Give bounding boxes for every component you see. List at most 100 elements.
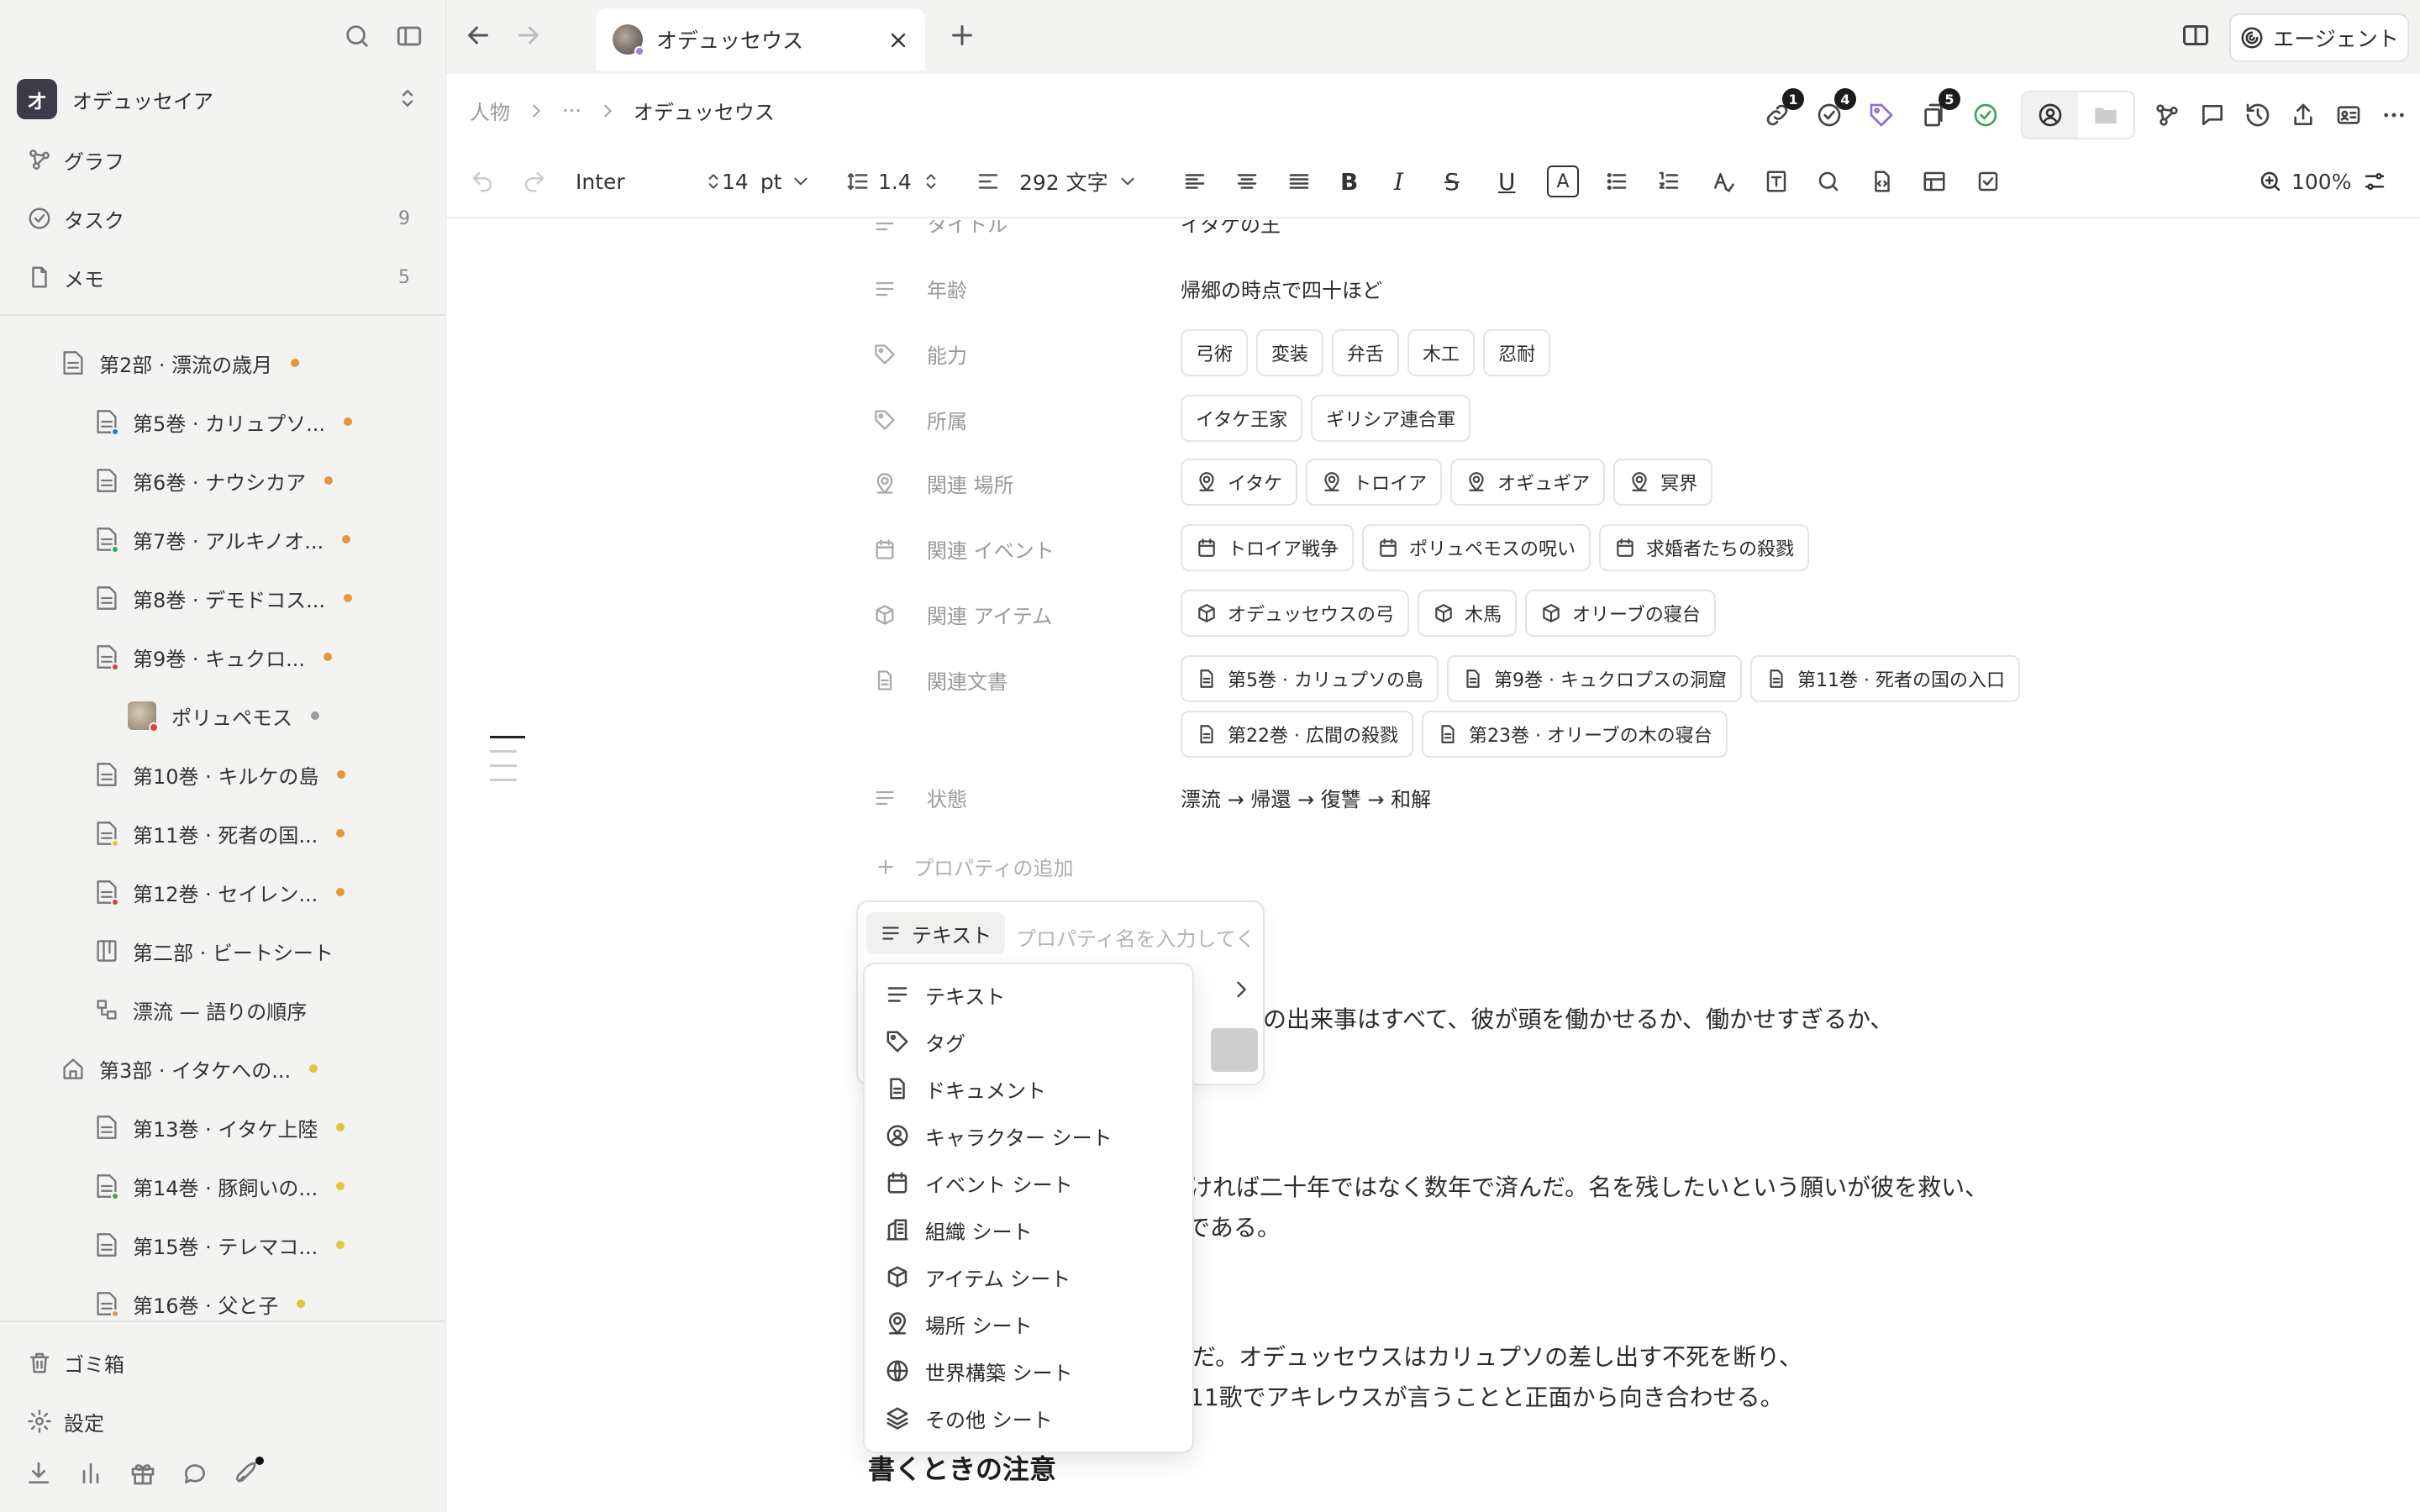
property-value[interactable]: イタケの王 [1181, 220, 1281, 238]
property-docs[interactable]: 関連文書 [873, 665, 1007, 695]
undo-icon[interactable] [470, 144, 495, 218]
close-icon[interactable] [886, 29, 910, 52]
menu-item-event-sheet[interactable]: イベント シート [885, 1159, 1073, 1206]
search-icon[interactable] [343, 22, 371, 50]
tree-item[interactable]: 漂流 — 語りの順序 [96, 984, 307, 1035]
chat-icon[interactable] [182, 1460, 208, 1487]
tree-item[interactable]: 第3部 · イタケへの... [62, 1043, 318, 1094]
doc-chip[interactable]: 第5巻 · カリュプソの島 [1181, 655, 1439, 702]
chart-icon[interactable] [77, 1460, 104, 1487]
bullet-list-icon[interactable] [1604, 144, 1629, 218]
agent-button[interactable]: エージェント [2229, 13, 2409, 62]
tree-item[interactable]: 第16巻 · 父と子 [96, 1278, 306, 1319]
menu-item-other-sheet[interactable]: その他 シート [885, 1394, 1053, 1441]
character-view-icon[interactable] [2023, 92, 2078, 138]
property-value[interactable]: 漂流 → 帰還 → 復讐 → 和解 [1181, 783, 1431, 812]
docs-button[interactable]: 5 [1917, 88, 1960, 132]
tag-chip[interactable]: 弓術 [1181, 329, 1249, 376]
menu-item-document[interactable]: ドキュメント [885, 1065, 1046, 1112]
tree-item[interactable]: 第5巻 · カリュプソ... [96, 396, 353, 447]
outline-indicator[interactable] [490, 736, 525, 793]
folder-icon[interactable] [2078, 92, 2133, 138]
font-size-select[interactable]: 14 pt [722, 144, 812, 218]
doc-chip[interactable]: 第11巻 · 死者の国の入口 [1749, 655, 2020, 702]
tree-item[interactable]: 第7巻 · アルキノオ... [96, 514, 351, 564]
download-icon[interactable] [25, 1460, 52, 1487]
doc-chip[interactable]: 第9巻 · キュクロプスの洞窟 [1446, 655, 1742, 702]
search-icon[interactable] [1816, 144, 1841, 218]
tag-chip[interactable]: 変装 [1256, 329, 1324, 376]
item-chip[interactable]: オデュッセウスの弓 [1181, 590, 1410, 637]
menu-item-character-sheet[interactable]: キャラクター シート [885, 1112, 1113, 1159]
event-chip[interactable]: ポリュペモスの呪い [1362, 524, 1591, 571]
property-title[interactable]: タイトル [873, 220, 1007, 238]
tag-chip[interactable]: 木工 [1407, 329, 1476, 376]
property-items[interactable]: 関連 アイテム [873, 600, 1052, 629]
item-chip[interactable]: オリーブの寝台 [1525, 590, 1716, 637]
tree-item[interactable]: 第9巻 · キュクロ... [96, 632, 333, 682]
event-chip[interactable]: 求婚者たちの殺戮 [1599, 524, 1810, 571]
sidebar-toggle-icon[interactable] [395, 22, 424, 50]
confirm-button[interactable] [1211, 1028, 1258, 1072]
file-code-icon[interactable] [1870, 144, 1895, 218]
sliders-icon[interactable] [2362, 144, 2387, 218]
breadcrumb-ellipsis[interactable]: ··· [562, 99, 581, 123]
tree-item[interactable]: 第11巻 · 死者の国... [96, 808, 345, 858]
add-property-button[interactable]: プロパティの追加 [875, 852, 1074, 881]
tree-item[interactable]: 第13巻 · イタケ上陸 [96, 1102, 345, 1152]
text-box-icon[interactable] [1764, 144, 1789, 218]
tree-item[interactable]: 第12巻 · セイレン... [96, 867, 345, 917]
menu-item-item-sheet[interactable]: アイテム シート [885, 1253, 1071, 1300]
sidebar-item-graph[interactable]: グラフ [27, 138, 422, 181]
sidebar-item-trash[interactable]: ゴミ箱 [27, 1341, 422, 1384]
forward-arrow-icon[interactable] [513, 20, 544, 50]
numbered-list-icon[interactable] [1656, 144, 1681, 218]
text-color-icon[interactable]: A [1547, 144, 1579, 218]
tags-button[interactable] [1865, 98, 1898, 132]
property-places[interactable]: 関連 場所 [873, 469, 1014, 498]
property-age[interactable]: 年齢 [873, 274, 967, 303]
align-center-icon[interactable] [1234, 144, 1260, 218]
table-icon[interactable] [1922, 144, 1947, 218]
comment-icon[interactable] [2199, 102, 2226, 129]
menu-item-worldbuilding-sheet[interactable]: 世界構築 シート [885, 1347, 1073, 1394]
status-button[interactable] [1969, 98, 2002, 132]
italic-icon[interactable]: I [1394, 144, 1403, 218]
tree-item[interactable]: 第10巻 · キルケの島 [96, 749, 346, 800]
doc-chip[interactable]: 第22巻 · 広間の殺戮 [1181, 711, 1413, 758]
menu-item-text[interactable]: テキスト [885, 971, 1177, 1018]
tree-item[interactable]: 第6巻 · ナウシカア [96, 455, 334, 506]
share-icon[interactable] [2290, 102, 2317, 129]
property-abilities[interactable]: 能力 [873, 339, 967, 369]
sidebar-item-tasks[interactable]: タスク 9 [27, 197, 422, 240]
property-affiliation[interactable]: 所属 [873, 405, 967, 434]
tree-item[interactable]: 第2部 · 漂流の歳月 [62, 338, 300, 388]
property-events[interactable]: 関連 イベント [873, 534, 1055, 564]
new-tab-icon[interactable] [947, 20, 977, 50]
rocket-icon[interactable] [234, 1457, 264, 1487]
tag-chip[interactable]: 忍耐 [1483, 329, 1551, 376]
font-select[interactable]: Inter [576, 144, 724, 218]
sidebar-item-settings[interactable]: 設定 [27, 1399, 422, 1443]
place-chip[interactable]: トロイア [1306, 459, 1443, 506]
menu-item-tag[interactable]: タグ [885, 1018, 965, 1065]
tree-item[interactable]: ポリュペモス [128, 690, 319, 741]
id-card-icon[interactable] [2335, 102, 2362, 129]
history-icon[interactable] [2244, 102, 2271, 129]
redo-icon[interactable] [522, 144, 547, 218]
tab-odysseus[interactable]: オデュッセウス [596, 8, 925, 71]
menu-item-organization-sheet[interactable]: 組織 シート [885, 1206, 1033, 1253]
bold-icon[interactable]: B [1340, 144, 1358, 218]
place-chip[interactable]: イタケ [1181, 459, 1298, 506]
event-chip[interactable]: トロイア戦争 [1181, 524, 1355, 571]
clear-format-icon[interactable] [1710, 144, 1735, 218]
zoom-control[interactable]: 100% [2258, 144, 2351, 218]
tree-item[interactable]: 第8巻 · デモドコス... [96, 573, 353, 623]
gift-icon[interactable] [129, 1460, 156, 1487]
line-height-select[interactable]: 1.4 [844, 144, 942, 218]
tag-chip[interactable]: 弁舌 [1332, 329, 1400, 376]
tree-item[interactable]: 第14巻 · 豚飼いの... [96, 1161, 345, 1211]
property-type-button[interactable]: テキスト [866, 912, 1006, 954]
tag-chip[interactable]: イタケ王家 [1181, 395, 1303, 442]
graph-icon[interactable] [2154, 102, 2181, 129]
